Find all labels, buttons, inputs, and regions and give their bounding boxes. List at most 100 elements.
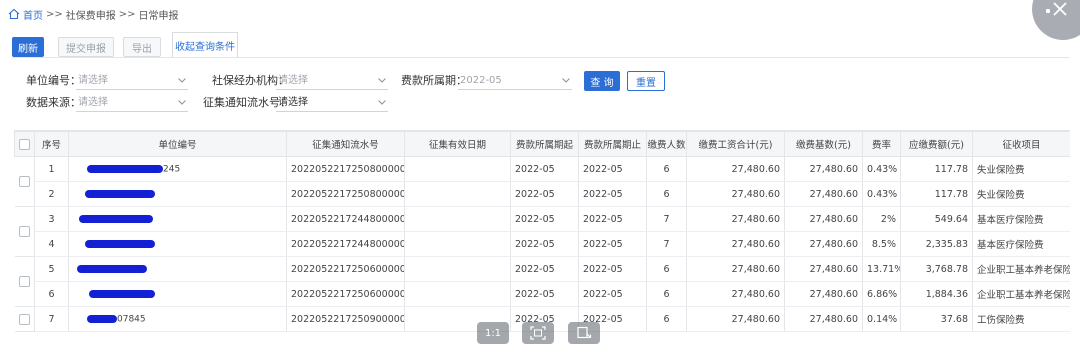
declaration-table: 序号 单位编号 征集通知流水号 征集有效日期 费款所属期起 费款所属期止 缴费人… — [14, 130, 1070, 346]
select-all-checkbox[interactable] — [19, 138, 30, 150]
breadcrumb: 首页 >> 社保费申报 >> 日常申报 — [8, 6, 179, 22]
row-checkbox[interactable] — [18, 176, 30, 187]
rate-cell: 13.71% — [862, 256, 901, 282]
redaction-mark — [89, 290, 155, 298]
column-header: 应缴费额(元) — [900, 131, 973, 157]
table-row[interactable]: 3 20220522172448000004 2022-05 2022-05 7 27,4… — [14, 206, 1070, 257]
amount-cell: 549.64 — [900, 206, 973, 232]
base-cell: 27,480.60 — [784, 231, 863, 257]
count-cell: 6 — [646, 306, 687, 332]
period-to-cell: 2022-05 — [578, 181, 647, 207]
rate-cell: 6.86% — [862, 281, 901, 307]
notice-serial-select[interactable]: 请选择 — [276, 94, 388, 112]
tab-collapse-query[interactable]: 收起查询条件 — [172, 32, 238, 58]
row-select-cell[interactable] — [14, 156, 35, 207]
source-select[interactable]: 请选择 — [76, 94, 188, 112]
base-cell: 27,480.60 — [784, 306, 863, 332]
table-header-row: 序号 单位编号 征集通知流水号 征集有效日期 费款所属期起 费款所属期止 缴费人… — [14, 131, 1070, 157]
valid-date-cell — [404, 181, 511, 207]
period-select[interactable]: 2022-05 — [458, 72, 572, 90]
toolbar: 刷新 提交申报 导出 — [12, 37, 170, 57]
chevron-down-icon — [178, 78, 186, 83]
table-row[interactable]: 6 20220522172506000004 2022-05 2022-05 6 27,4… — [15, 281, 1070, 307]
row-checkbox[interactable] — [18, 226, 30, 237]
query-button[interactable]: 查 询 — [584, 71, 620, 91]
seq-cell: 5 — [34, 256, 69, 282]
unit-no-cell — [68, 181, 287, 207]
unit-no-select[interactable]: 请选择 — [76, 72, 188, 90]
breadcrumb-home[interactable]: 首页 — [23, 7, 43, 22]
valid-date-cell — [404, 256, 511, 282]
breadcrumb-item-social-fee[interactable]: 社保费申报 — [66, 7, 116, 22]
valid-date-cell — [404, 206, 511, 232]
redaction-mark — [87, 315, 117, 323]
reset-button[interactable]: 重置 — [627, 71, 665, 91]
valid-date-cell — [404, 231, 511, 257]
row-select-cell[interactable] — [14, 256, 35, 307]
table-row[interactable]: 4 20220522172448000004 2022-05 2022-05 7 27,4… — [15, 231, 1070, 257]
pin-icon — [1046, 9, 1050, 13]
count-cell: 7 — [646, 206, 687, 232]
close-button[interactable] — [1032, 0, 1080, 40]
row-checkbox[interactable] — [18, 276, 30, 287]
period-from-cell: 2022-05 — [510, 281, 579, 307]
seq-cell: 6 — [34, 281, 69, 307]
refresh-button[interactable]: 刷新 — [12, 37, 44, 57]
serial-cell: 20220522172448000004 — [286, 206, 405, 232]
fit-screen-button[interactable] — [522, 322, 554, 344]
wage-total-cell: 27,480.60 — [686, 231, 785, 257]
breadcrumb-separator: >> — [118, 8, 136, 20]
column-header: 费款所属期止 — [578, 131, 647, 157]
actual-size-button[interactable]: 1:1 — [477, 322, 509, 344]
unit-no-placeholder: 请选择 — [78, 75, 108, 86]
period-to-cell: 2022-05 — [578, 156, 647, 182]
agency-select[interactable]: 请选择 — [276, 72, 388, 90]
unit-no-label: 单位编号： — [26, 74, 81, 87]
period-from-cell: 2022-05 — [510, 256, 579, 282]
chevron-down-icon — [562, 78, 570, 83]
levy-item-cell: 基本医疗保险费 — [972, 231, 1070, 257]
submit-declaration-button[interactable]: 提交申报 — [58, 37, 114, 57]
base-cell: 27,480.60 — [784, 256, 863, 282]
table-row[interactable]: 5 20220522172506000004 2022-05 2022-05 6 27,4… — [14, 256, 1070, 307]
close-icon — [1053, 2, 1067, 16]
redaction-mark — [85, 190, 155, 198]
period-value: 2022-05 — [460, 75, 502, 86]
chevron-down-icon — [178, 100, 186, 105]
period-to-cell: 2022-05 — [578, 256, 647, 282]
redaction-mark — [87, 165, 163, 173]
table-row[interactable]: 2 20220522172508000005 2022-05 2022-05 6 27,4… — [15, 181, 1070, 207]
unit-no-cell — [68, 231, 287, 257]
unit-no-visible-tail: 245 — [163, 164, 181, 174]
period-from-cell: 2022-05 — [510, 156, 579, 182]
redaction-mark — [77, 265, 147, 273]
levy-item-cell: 工伤保险费 — [972, 306, 1070, 332]
unit-no-cell — [68, 281, 287, 307]
wage-total-cell: 27,480.60 — [686, 181, 785, 207]
base-cell: 27,480.60 — [784, 181, 863, 207]
valid-date-cell — [404, 156, 511, 182]
row-select-cell[interactable] — [14, 306, 35, 332]
home-icon[interactable] — [8, 8, 20, 20]
column-header: 费款所属期起 — [510, 131, 579, 157]
column-header: 征收项目 — [972, 131, 1070, 157]
column-header: 单位编号 — [68, 131, 287, 157]
export-button[interactable]: 导出 — [123, 37, 161, 57]
period-from-cell: 2022-05 — [510, 231, 579, 257]
source-label: 数据来源： — [26, 96, 81, 109]
wage-total-cell: 27,480.60 — [686, 306, 785, 332]
row-checkbox[interactable] — [18, 313, 30, 325]
select-all-cell[interactable] — [14, 131, 35, 157]
serial-cell: 20220522172506000004 — [286, 281, 405, 307]
rate-cell: 0.43% — [862, 156, 901, 182]
table-row[interactable]: 1 245 20220522172508000005 2022-05 2022-05 6 2… — [14, 156, 1070, 207]
tab-divider — [12, 57, 1070, 58]
unit-no-visible-tail: 07845 — [117, 314, 146, 324]
period-to-cell: 2022-05 — [578, 206, 647, 232]
crop-save-button[interactable] — [568, 322, 600, 344]
wage-total-cell: 27,480.60 — [686, 281, 785, 307]
row-select-cell[interactable] — [14, 206, 35, 257]
breadcrumb-item-daily-declare: 日常申报 — [138, 10, 179, 22]
notice-serial-value: 请选择 — [278, 97, 308, 108]
wage-total-cell: 27,480.60 — [686, 206, 785, 232]
